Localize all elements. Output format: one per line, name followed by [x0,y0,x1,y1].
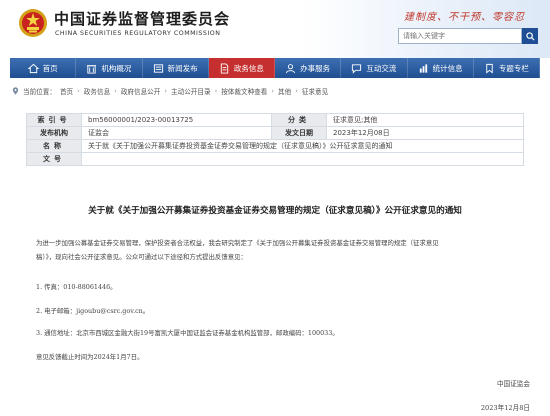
breadcrumb-separator: › [114,87,117,95]
breadcrumb-separator: › [271,87,275,95]
search-icon [525,31,535,41]
nav-item-services[interactable]: 办事服务 [275,58,342,78]
breadcrumb-item[interactable]: 主动公开目录 [171,86,211,96]
docno-label: 文号 [26,152,82,166]
index-value: bm56000001/2023-00013725 [81,113,272,127]
nav-item-government-info[interactable]: 政务信息 [208,58,275,78]
chat-icon [352,63,362,74]
breadcrumb-item[interactable]: 按体裁文种查看 [221,86,267,96]
nav-item-news[interactable]: 新闻发布 [143,58,209,78]
building-icon [87,64,97,74]
search-box [398,28,538,44]
article-list-item: 3. 通信地址：北京市西城区金融大街19号富凯大厦中国证监会证券基金机构监管部，… [36,329,339,337]
breadcrumb-separator: › [77,87,80,95]
table-row: 索引号 bm56000001/2023-00013725 分类 征求意见;其他 [26,113,524,127]
nav-item-topics[interactable]: 专题专栏 [474,58,540,78]
article-deadline: 意见反馈截止时间为2024年1月7日。 [36,353,144,361]
issuer-value: 证监会 [81,126,272,140]
slogan: 建制度、不干预、零容忍 [404,12,525,23]
nav-item-interaction[interactable]: 互动交流 [341,58,408,78]
breadcrumb-separator: › [295,87,298,95]
date-value: 2023年12月08日 [326,126,524,140]
nav-item-label: 政务信息 [233,63,264,73]
nav-item-institution[interactable]: 机构概况 [76,58,143,78]
article-list-item: 1. 传真：010-88061446。 [36,283,117,291]
nav-item-label: 新闻发布 [167,63,198,73]
site-header: 中国证券监督管理委员会 CHINA SECURITIES REGULATORY … [0,0,550,58]
breadcrumb-item[interactable]: 政府信息公开 [121,86,161,96]
news-icon [153,63,163,73]
breadcrumb-item[interactable]: 其他 [278,86,291,96]
table-row: 发布机构 证监会 发文日期 2023年12月08日 [26,126,524,140]
nav-item-label: 办事服务 [300,63,331,73]
article-list-item: 2. 电子邮箱：jigoubu@csrc.gov.cn。 [36,307,150,315]
nav-item-label: 统计信息 [432,63,463,73]
breadcrumb-separator: › [214,87,218,95]
category-value: 征求意见;其他 [326,113,524,127]
main-nav: 首页 机构概况 新闻发布 政务信息 办事服务 互动交流 统计信息 专题专栏 [10,58,540,78]
service-icon [286,63,296,73]
site-subtitle-en: CHINA SECURITIES REGULATORY COMMISSION [55,30,221,37]
breadcrumb-separator: › [164,87,168,95]
home-icon [27,63,39,73]
article-paragraph: 为进一步加强公募基金证券交易管理，保护投资者合法权益，我会研究制定了《关于加强公… [36,239,439,247]
nav-item-label: 机构概况 [101,63,132,73]
breadcrumb: 当前位置： 首页 › 政务信息 › 政府信息公开 › 主动公开目录 › 按体裁文… [12,86,328,96]
topic-icon [486,63,493,74]
nav-item-statistics[interactable]: 统计信息 [408,58,474,78]
article-title: 关于就《关于加强公开募集证券投资基金证券交易管理的规定（征求意见稿）》公开征求意… [88,206,462,216]
article-sign-date: 2023年12月8日 [480,404,530,412]
search-button[interactable] [522,28,538,44]
name-value: 关于就《关于加强公开募集证券投资基金证券交易管理的规定（征求意见稿）》公开征求意… [81,139,524,153]
nav-item-home[interactable]: 首页 [10,58,77,78]
stats-icon [419,63,427,73]
name-label: 名称 [26,139,82,153]
location-icon [12,87,19,95]
article-signer: 中国证监会 [497,380,530,388]
article-paragraph: 稿）》，现向社会公开征求意见。公众可通过以下途径和方式提出反馈意见： [36,253,247,261]
date-label: 发文日期 [271,126,327,140]
docno-value [81,152,524,166]
national-emblem-icon[interactable] [18,8,48,38]
table-row: 名称 关于就《关于加强公开募集证券投资基金证券交易管理的规定（征求意见稿）》公开… [26,139,524,153]
site-title[interactable]: 中国证券监督管理委员会 [54,8,230,29]
nav-item-label: 互动交流 [366,63,397,73]
breadcrumb-item[interactable]: 政务信息 [84,86,110,96]
issuer-label: 发布机构 [26,126,82,140]
index-label: 索引号 [26,113,82,127]
breadcrumb-item[interactable]: 征求意见 [302,86,328,96]
category-label: 分类 [271,113,327,127]
nav-item-label: 专题专栏 [498,63,529,73]
search-input[interactable] [398,28,522,44]
document-icon [220,62,229,74]
breadcrumb-item[interactable]: 首页 [60,86,73,96]
table-row: 文号 [26,152,524,166]
breadcrumb-prefix: 当前位置： [23,88,56,96]
nav-item-label: 首页 [42,63,58,73]
document-meta-table: 索引号 bm56000001/2023-00013725 分类 征求意见;其他 … [26,113,524,166]
